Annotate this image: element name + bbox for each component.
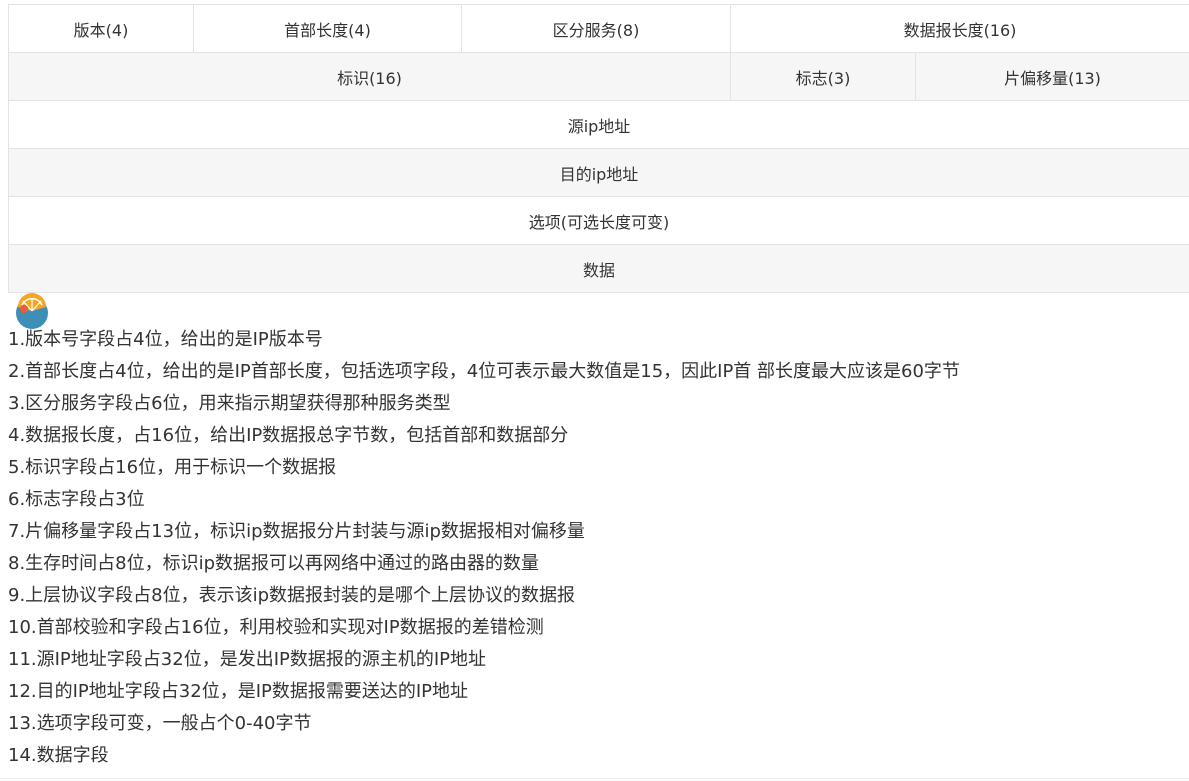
table-row: 目的ip地址 <box>7 148 1189 197</box>
divider <box>0 778 1189 779</box>
datagram-length-cell: 数据报长度(16) <box>729 4 1189 53</box>
list-item: 3.区分服务字段占6位，用来指示期望获得那种服务类型 <box>8 393 451 414</box>
fragment-offset-cell: 片偏移量(13) <box>914 52 1189 101</box>
ip-header-table: 版本(4) 首部长度(4) 区分服务(8) 数据报长度(16) 标识(16) 标… <box>7 4 1189 293</box>
list-item: 2.首部长度占4位，给出的是IP首部长度，包括选项字段，4位可表示最大数值是15… <box>8 361 960 382</box>
diff-service-cell: 区分服务(8) <box>461 4 731 53</box>
flags-cell: 标志(3) <box>730 52 916 101</box>
list-item: 14.数据字段 <box>8 745 109 766</box>
list-item: 10.首部校验和字段占16位，利用校验和实现对IP数据报的差错检测 <box>8 617 544 638</box>
list-item: 13.选项字段可变，一般占个0-40字节 <box>8 713 312 734</box>
source-ip-cell: 源ip地址 <box>7 100 1189 149</box>
header-length-cell: 首部长度(4) <box>193 4 462 53</box>
list-item: 7.片偏移量字段占13位，标识ip数据报分片封装与源ip数据报相对偏移量 <box>8 521 585 542</box>
table-row: 版本(4) 首部长度(4) 区分服务(8) 数据报长度(16) <box>8 4 1189 53</box>
list-item: 8.生存时间占8位，标识ip数据报可以再网络中通过的路由器的数量 <box>8 553 540 574</box>
list-item: 5.标识字段占16位，用于标识一个数据报 <box>8 457 337 478</box>
identification-cell: 标识(16) <box>8 52 731 101</box>
list-item: 11.源IP地址字段占32位，是发出IP数据报的源主机的IP地址 <box>8 649 487 670</box>
table-row: 数据 <box>7 244 1189 293</box>
page: 版本(4) 首部长度(4) 区分服务(8) 数据报长度(16) 标识(16) 标… <box>0 0 1189 781</box>
table-row: 标识(16) 标志(3) 片偏移量(13) <box>8 52 1189 101</box>
table-row: 选项(可选长度可变) <box>7 196 1189 245</box>
list-item: 12.目的IP地址字段占32位，是IP数据报需要送达的IP地址 <box>8 681 469 702</box>
data-cell: 数据 <box>7 244 1189 293</box>
list-item: 9.上层协议字段占8位，表示该ip数据报封装的是哪个上层协议的数据报 <box>8 585 576 606</box>
notes-list: 1.版本号字段占4位，给出的是IP版本号 2.首部长度占4位，给出的是IP首部长度… <box>8 324 960 772</box>
table-row: 源ip地址 <box>7 100 1189 149</box>
list-item: 1.版本号字段占4位，给出的是IP版本号 <box>8 329 323 350</box>
options-cell: 选项(可选长度可变) <box>7 196 1189 245</box>
dest-ip-cell: 目的ip地址 <box>7 148 1189 197</box>
list-item: 6.标志字段占3位 <box>8 489 145 510</box>
version-cell: 版本(4) <box>8 4 194 53</box>
list-item: 4.数据报长度，占16位，给出IP数据报总字节数，包括首部和数据部分 <box>8 425 569 446</box>
